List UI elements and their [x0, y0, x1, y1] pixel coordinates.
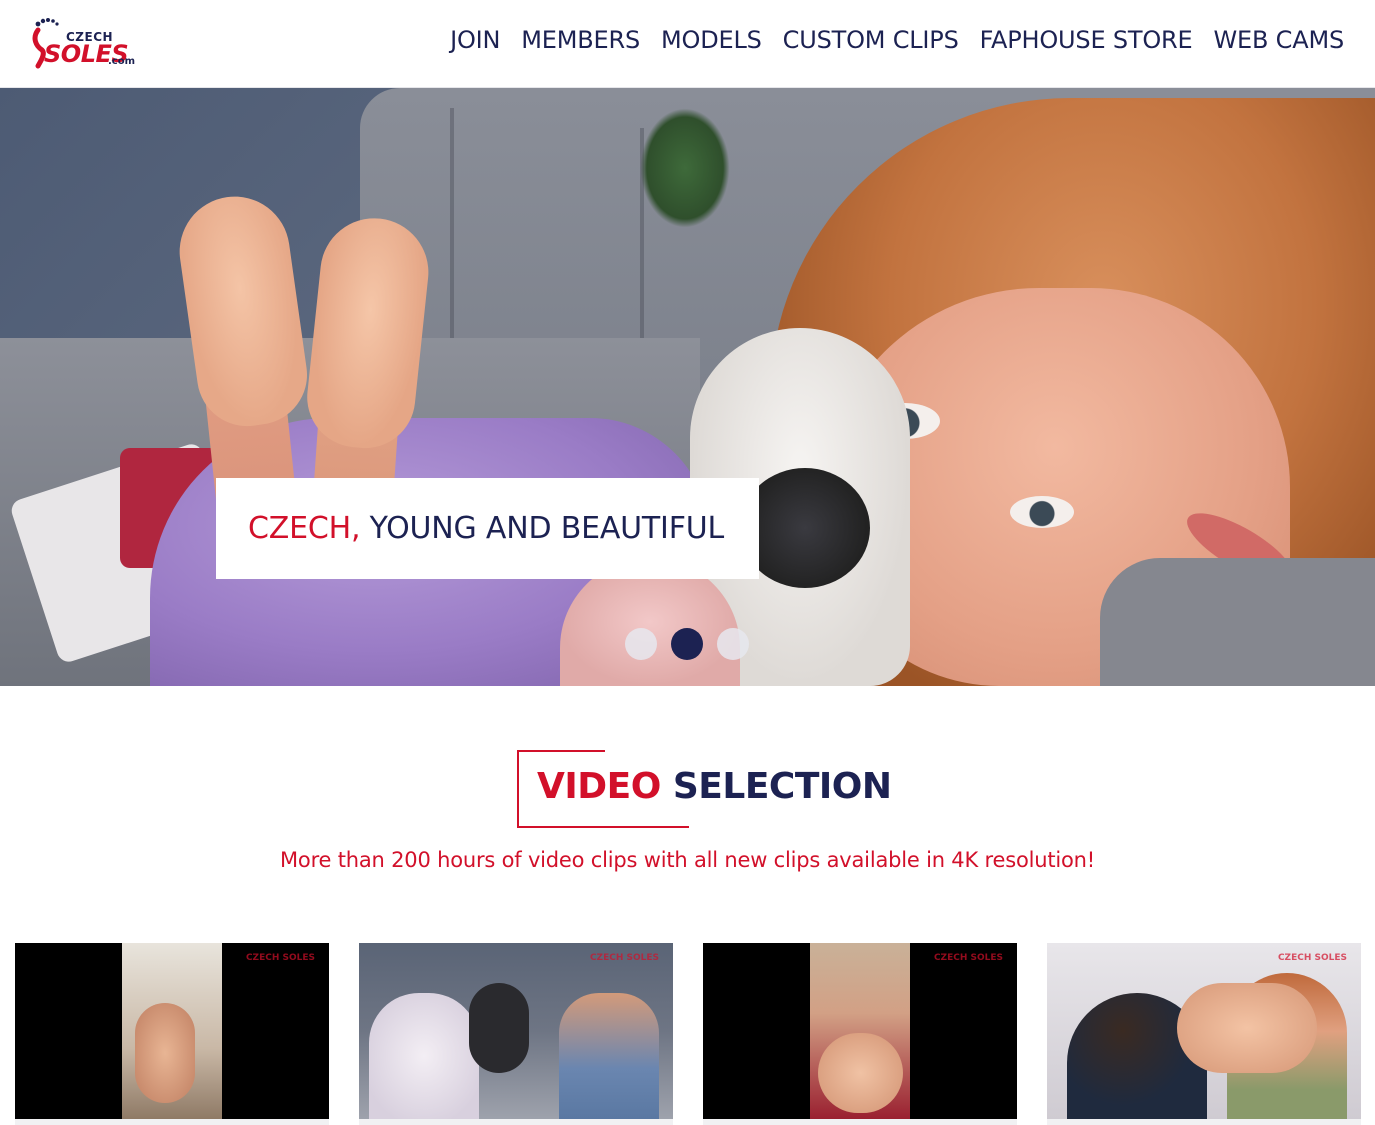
- carousel-dot-1[interactable]: [625, 628, 657, 660]
- hero-caption: CZECH, YOUNG AND BEAUTIFUL: [216, 478, 759, 579]
- logo-text-com: .com: [108, 56, 136, 67]
- section-title-block: VIDEO SELECTION: [517, 750, 892, 829]
- thumbnail-watermark: CZECH SOLES: [1277, 953, 1347, 963]
- nav-web-cams[interactable]: WEB CAMS: [1213, 26, 1344, 54]
- card-footer: [359, 1119, 673, 1125]
- thumbnail-watermark: CZECH SOLES: [933, 953, 1003, 963]
- card-footer: [1047, 1119, 1361, 1125]
- thumbnail-watermark: CZECH SOLES: [245, 953, 315, 963]
- hero-image-plush-ear: [740, 468, 870, 588]
- video-card[interactable]: CZECH SOLES: [1047, 943, 1361, 1125]
- video-grid: CZECH SOLES CZECH SOLES CZECH SOLES CZEC…: [15, 943, 1361, 1125]
- hero-caption-rest: YOUNG AND BEAUTIFUL: [360, 511, 725, 546]
- video-thumbnail: CZECH SOLES: [703, 943, 1017, 1119]
- hero-image-sofa-arm: [1100, 558, 1375, 686]
- thumb-foot: [135, 1003, 195, 1103]
- nav-join[interactable]: JOIN: [450, 26, 500, 54]
- video-card[interactable]: CZECH SOLES: [359, 943, 673, 1125]
- hero-caption-highlight: CZECH,: [248, 511, 361, 546]
- title-frame-bottom: [517, 826, 689, 828]
- thumb-person: [469, 983, 529, 1073]
- hero-image-plant: [640, 108, 730, 228]
- video-thumbnail: CZECH SOLES: [359, 943, 673, 1119]
- video-thumbnail: CZECH SOLES: [1047, 943, 1361, 1119]
- thumbnail-watermark: CZECH SOLES: [589, 953, 659, 963]
- nav-members[interactable]: MEMBERS: [521, 26, 640, 54]
- site-header: CZECH SOLES .com JOIN MEMBERS MODELS CUS…: [0, 0, 1375, 88]
- logo[interactable]: CZECH SOLES .com: [32, 16, 136, 72]
- section-title: VIDEO SELECTION: [537, 766, 892, 807]
- nav-faphouse-store[interactable]: FAPHOUSE STORE: [980, 26, 1193, 54]
- video-card[interactable]: CZECH SOLES: [703, 943, 1017, 1125]
- main-nav: JOIN MEMBERS MODELS CUSTOM CLIPS FAPHOUS…: [450, 26, 1344, 54]
- video-thumbnail: CZECH SOLES: [15, 943, 329, 1119]
- nav-custom-clips[interactable]: CUSTOM CLIPS: [783, 26, 959, 54]
- section-subtitle: More than 200 hours of video clips with …: [280, 848, 1095, 872]
- video-card[interactable]: CZECH SOLES: [15, 943, 329, 1125]
- card-footer: [703, 1119, 1017, 1125]
- thumb-person: [369, 993, 479, 1119]
- hero-carousel[interactable]: CZECH, YOUNG AND BEAUTIFUL: [0, 88, 1375, 686]
- section-title-highlight: VIDEO: [537, 766, 661, 807]
- carousel-dot-2[interactable]: [671, 628, 703, 660]
- carousel-dot-3[interactable]: [717, 628, 749, 660]
- hero-image-eye: [1010, 496, 1074, 528]
- hero-caption-text: CZECH, YOUNG AND BEAUTIFUL: [248, 511, 724, 546]
- thumb-person: [559, 993, 659, 1119]
- nav-models[interactable]: MODELS: [661, 26, 762, 54]
- card-footer: [15, 1119, 329, 1125]
- section-title-rest: SELECTION: [660, 766, 892, 807]
- thumb-foot: [1177, 983, 1317, 1073]
- carousel-dots: [625, 628, 749, 660]
- thumb-foot: [818, 1033, 903, 1113]
